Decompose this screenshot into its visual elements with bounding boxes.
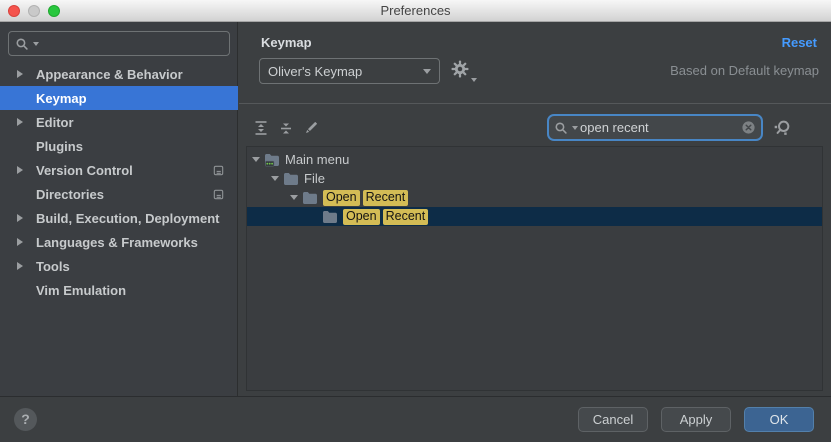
keymap-dropdown[interactable]: Oliver's Keymap bbox=[259, 58, 440, 84]
pencil-icon bbox=[303, 120, 319, 136]
settings-search-field[interactable] bbox=[8, 31, 230, 56]
keymap-actions-tree: Main menu File Open Recent bbox=[246, 146, 823, 391]
sidebar-item-label: Tools bbox=[36, 259, 70, 274]
tree-node-label: File bbox=[304, 171, 325, 186]
shared-settings-icon bbox=[212, 188, 225, 201]
chevron-right-icon[interactable] bbox=[17, 70, 23, 78]
header-separator bbox=[239, 103, 831, 104]
shared-settings-icon bbox=[212, 164, 225, 177]
chevron-right-icon[interactable] bbox=[17, 262, 23, 270]
settings-search-input[interactable] bbox=[39, 36, 223, 51]
sidebar-item-label: Appearance & Behavior bbox=[36, 67, 183, 82]
window-title: Preferences bbox=[0, 3, 831, 18]
settings-sidebar: Appearance & Behavior Keymap Editor Plug… bbox=[0, 22, 238, 396]
sidebar-item-tools[interactable]: Tools bbox=[0, 254, 238, 278]
chevron-right-icon[interactable] bbox=[17, 118, 23, 126]
sidebar-item-label: Version Control bbox=[36, 163, 133, 178]
edit-shortcut-button[interactable] bbox=[302, 119, 320, 137]
sidebar-item-languages-frameworks[interactable]: Languages & Frameworks bbox=[0, 230, 238, 254]
search-icon[interactable] bbox=[554, 121, 568, 135]
folder-icon bbox=[302, 191, 318, 205]
tree-row-open-recent-selected[interactable]: Open Recent bbox=[247, 207, 822, 226]
chevron-right-icon[interactable] bbox=[17, 166, 23, 174]
expand-all-icon bbox=[253, 120, 269, 136]
tree-row-file[interactable]: File bbox=[247, 169, 822, 188]
tree-row-main-menu[interactable]: Main menu bbox=[247, 150, 822, 169]
gear-icon bbox=[451, 60, 469, 78]
tree-node-label: Main menu bbox=[285, 152, 349, 167]
apply-button[interactable]: Apply bbox=[661, 407, 731, 432]
settings-nav: Appearance & Behavior Keymap Editor Plug… bbox=[0, 62, 238, 302]
sidebar-item-label: Editor bbox=[36, 115, 74, 130]
help-button[interactable]: ? bbox=[14, 408, 37, 431]
keymap-gear-button[interactable] bbox=[451, 60, 475, 82]
sidebar-item-label: Languages & Frameworks bbox=[36, 235, 198, 250]
ok-button[interactable]: OK bbox=[744, 407, 814, 432]
magnifier-dots-icon bbox=[772, 118, 792, 138]
keymap-dropdown-value: Oliver's Keymap bbox=[268, 64, 362, 79]
reset-link[interactable]: Reset bbox=[782, 35, 817, 50]
gear-options-caret-icon bbox=[471, 78, 477, 82]
expand-all-button[interactable] bbox=[252, 119, 270, 137]
circle-x-icon bbox=[741, 120, 756, 135]
sidebar-item-version-control[interactable]: Version Control bbox=[0, 158, 238, 182]
collapse-all-icon bbox=[278, 120, 294, 136]
based-on-label: Based on Default keymap bbox=[670, 63, 819, 78]
keymap-settings-panel: Keymap Reset Oliver's Keymap Based on De… bbox=[239, 22, 831, 396]
match-highlight: Open bbox=[323, 190, 360, 206]
sidebar-item-directories[interactable]: Directories bbox=[0, 182, 238, 206]
sidebar-item-label: Directories bbox=[36, 187, 104, 202]
find-actions-by-shortcut-button[interactable] bbox=[772, 118, 792, 138]
cancel-button[interactable]: Cancel bbox=[578, 407, 648, 432]
clear-search-button[interactable] bbox=[741, 120, 756, 135]
sidebar-item-vim-emulation[interactable]: Vim Emulation bbox=[0, 278, 238, 302]
collapse-all-button[interactable] bbox=[277, 119, 295, 137]
sidebar-item-keymap[interactable]: Keymap bbox=[0, 86, 238, 110]
sidebar-item-appearance-behavior[interactable]: Appearance & Behavior bbox=[0, 62, 238, 86]
chevron-down-icon bbox=[423, 69, 431, 74]
chevron-down-icon[interactable] bbox=[271, 176, 279, 181]
folder-icon bbox=[322, 210, 338, 224]
dialog-footer: ? Cancel Apply OK bbox=[0, 396, 831, 442]
sidebar-item-build-execution-deployment[interactable]: Build, Execution, Deployment bbox=[0, 206, 238, 230]
sidebar-item-label: Plugins bbox=[36, 139, 83, 154]
chevron-right-icon[interactable] bbox=[17, 238, 23, 246]
match-highlight: Recent bbox=[383, 209, 429, 225]
search-icon[interactable] bbox=[15, 37, 29, 51]
match-highlight: Open bbox=[343, 209, 380, 225]
sidebar-item-label: Keymap bbox=[36, 91, 87, 106]
sidebar-item-plugins[interactable]: Plugins bbox=[0, 134, 238, 158]
tree-row-open-recent[interactable]: Open Recent bbox=[247, 188, 822, 207]
sidebar-item-label: Vim Emulation bbox=[36, 283, 126, 298]
match-highlight: Recent bbox=[363, 190, 409, 206]
chevron-down-icon[interactable] bbox=[252, 157, 260, 162]
chevron-right-icon[interactable] bbox=[17, 214, 23, 222]
folder-icon bbox=[283, 172, 299, 186]
page-title: Keymap bbox=[261, 35, 312, 50]
search-options-caret-icon[interactable] bbox=[572, 126, 578, 130]
keymap-search-field[interactable] bbox=[547, 114, 763, 141]
chevron-down-icon[interactable] bbox=[290, 195, 298, 200]
keymap-search-input[interactable] bbox=[580, 120, 737, 135]
sidebar-item-editor[interactable]: Editor bbox=[0, 110, 238, 134]
main-menu-folder-icon bbox=[264, 153, 280, 167]
sidebar-item-label: Build, Execution, Deployment bbox=[36, 211, 219, 226]
window-titlebar: Preferences bbox=[0, 0, 831, 22]
